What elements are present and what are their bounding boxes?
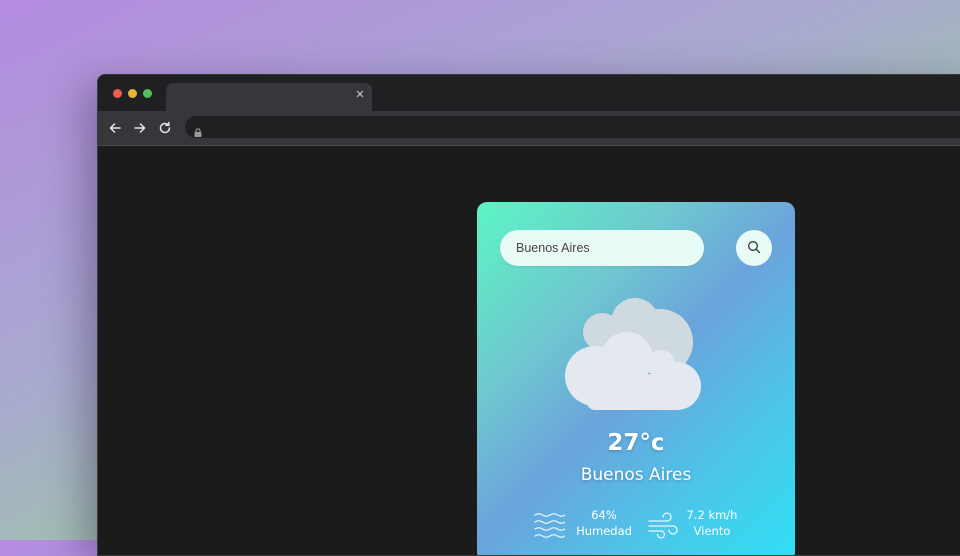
address-bar[interactable] <box>185 116 960 138</box>
wind-value: 7.2 km/h <box>686 508 738 522</box>
humidity-detail: 64% Humedad <box>569 507 639 539</box>
lock-icon <box>194 122 202 141</box>
humidity-value: 64% <box>591 508 617 522</box>
minimize-window-dot[interactable] <box>128 89 137 98</box>
search-button[interactable] <box>736 230 772 266</box>
reload-icon[interactable] <box>157 120 173 136</box>
city-search-input[interactable]: Buenos Aires <box>500 230 704 266</box>
page-viewport: Buenos Aires 27°c Buenos Aires 64% Humed… <box>98 146 960 555</box>
browser-window: ✕ Buenos Aires 27°c Buenos Aires 64% Hum… <box>97 74 960 556</box>
back-arrow-icon[interactable] <box>107 120 123 136</box>
browser-toolbar <box>98 111 960 146</box>
search-icon <box>747 239 761 258</box>
forward-arrow-icon[interactable] <box>132 120 148 136</box>
close-window-dot[interactable] <box>113 89 122 98</box>
wind-label: Viento <box>693 524 731 538</box>
weather-card: Buenos Aires 27°c Buenos Aires 64% Humed… <box>477 202 795 555</box>
city-name: Buenos Aires <box>580 465 692 485</box>
wind-detail: 7.2 km/h Viento <box>675 507 749 539</box>
browser-tab[interactable]: ✕ <box>166 83 372 111</box>
temperature-value: 27°c <box>607 430 665 456</box>
maximize-window-dot[interactable] <box>143 89 152 98</box>
cloud-icon <box>565 298 701 410</box>
humidity-label: Humedad <box>576 524 632 538</box>
title-bar: ✕ <box>98 75 960 111</box>
close-icon[interactable]: ✕ <box>354 89 366 101</box>
